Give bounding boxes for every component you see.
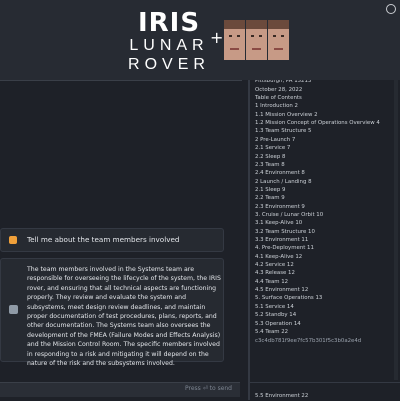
doc-line: 1.1 Mission Overview 2 bbox=[255, 111, 318, 118]
chat-divider bbox=[0, 80, 242, 81]
assistant-message: The team members involved in the Systems… bbox=[0, 258, 224, 367]
doc-line: 4.4 Team 12 bbox=[255, 278, 289, 285]
doc-line: 2.3 Team 8 bbox=[255, 161, 285, 168]
doc-line: 2 Launch / Landing 8 bbox=[255, 178, 312, 185]
doc-line: Table of Contents bbox=[255, 95, 302, 102]
doc-line: 1 Introduction 2 bbox=[255, 103, 298, 110]
doc-line: 5.3 Operation 14 bbox=[255, 320, 301, 327]
doc-line: 3.3 Environment 11 bbox=[255, 237, 309, 243]
doc-bottom-line: 5.5 Environment 22 bbox=[255, 393, 309, 399]
doc-line: 2.4 Environment 8 bbox=[255, 170, 305, 177]
doc-line: 2.2 Team 9 bbox=[255, 195, 285, 202]
bot-avatar-icon bbox=[9, 305, 18, 314]
doc-line: 5.1 Service 14 bbox=[255, 303, 294, 310]
doc-line: 5.2 Standby 14 bbox=[255, 312, 297, 319]
send-hint: Press ⏎ to send bbox=[185, 385, 232, 392]
doc-line: 3.1 Keep-Alive 10 bbox=[255, 220, 303, 227]
doc-line: 2.3 Environment 9 bbox=[255, 203, 305, 210]
doc-line: 4.2 Service 12 bbox=[255, 262, 294, 269]
user-message: Tell me about the team members involved bbox=[0, 228, 224, 252]
face-3 bbox=[268, 20, 289, 60]
logo-iris: IRIS bbox=[137, 8, 201, 38]
doc-line: 4. Pre-Deployment 11 bbox=[255, 245, 314, 252]
doc-hash: c3c4db781f9ee7fc57b301f5c3b0a2e4d bbox=[255, 338, 362, 345]
plus-sign: + bbox=[210, 28, 224, 47]
logo-rover: ROVER bbox=[128, 56, 210, 73]
chat-panel: Tell me about the team members involved … bbox=[0, 80, 242, 400]
doc-line: 1.2 Mission Concept of Operations Overvi… bbox=[255, 120, 380, 127]
chat-input[interactable]: Press ⏎ to send bbox=[0, 382, 240, 397]
doc-line: 3. Cruise / Lunar Orbit 10 bbox=[255, 211, 324, 218]
document-bottom: 5.5 Environment 22 bbox=[250, 382, 400, 401]
doc-line: 4.3 Release 12 bbox=[255, 270, 295, 277]
assistant-message-text: The team members involved in the Systems… bbox=[27, 266, 221, 368]
github-icon[interactable] bbox=[386, 4, 396, 14]
team-photo bbox=[224, 20, 290, 60]
doc-line: 1.3 Team Structure 5 bbox=[255, 128, 312, 135]
doc-line: 2.1 Sleep 9 bbox=[255, 186, 286, 193]
doc-line: 5. Surface Operations 13 bbox=[255, 295, 323, 302]
doc-line: 2.2 Sleep 8 bbox=[255, 153, 286, 160]
doc-line: 4.1 Keep-Alive 12 bbox=[255, 253, 303, 260]
document-panel[interactable]: 5000 Forbes AvePittsburgh, PA 15213Octob… bbox=[250, 80, 400, 382]
doc-line: Pittsburgh, PA 15213 bbox=[255, 80, 312, 85]
doc-line: 5.4 Team 22 bbox=[255, 328, 289, 335]
doc-line: October 28, 2022 bbox=[255, 86, 303, 93]
doc-line: 2.1 Service 7 bbox=[255, 145, 291, 152]
user-avatar-icon bbox=[9, 236, 17, 244]
doc-line: 2 Pre-Launch 7 bbox=[255, 136, 296, 143]
doc-line: 3.2 Team Structure 10 bbox=[255, 228, 315, 235]
doc-line: 4.5 Environment 12 bbox=[255, 287, 309, 294]
face-2 bbox=[246, 20, 267, 60]
face-1 bbox=[224, 20, 245, 60]
logo-lunar: LUNAR bbox=[129, 37, 209, 54]
user-message-text: Tell me about the team members involved bbox=[27, 235, 180, 244]
app-header: IRIS LUNAR ROVER + bbox=[0, 0, 400, 80]
scrollbar[interactable] bbox=[394, 80, 398, 380]
